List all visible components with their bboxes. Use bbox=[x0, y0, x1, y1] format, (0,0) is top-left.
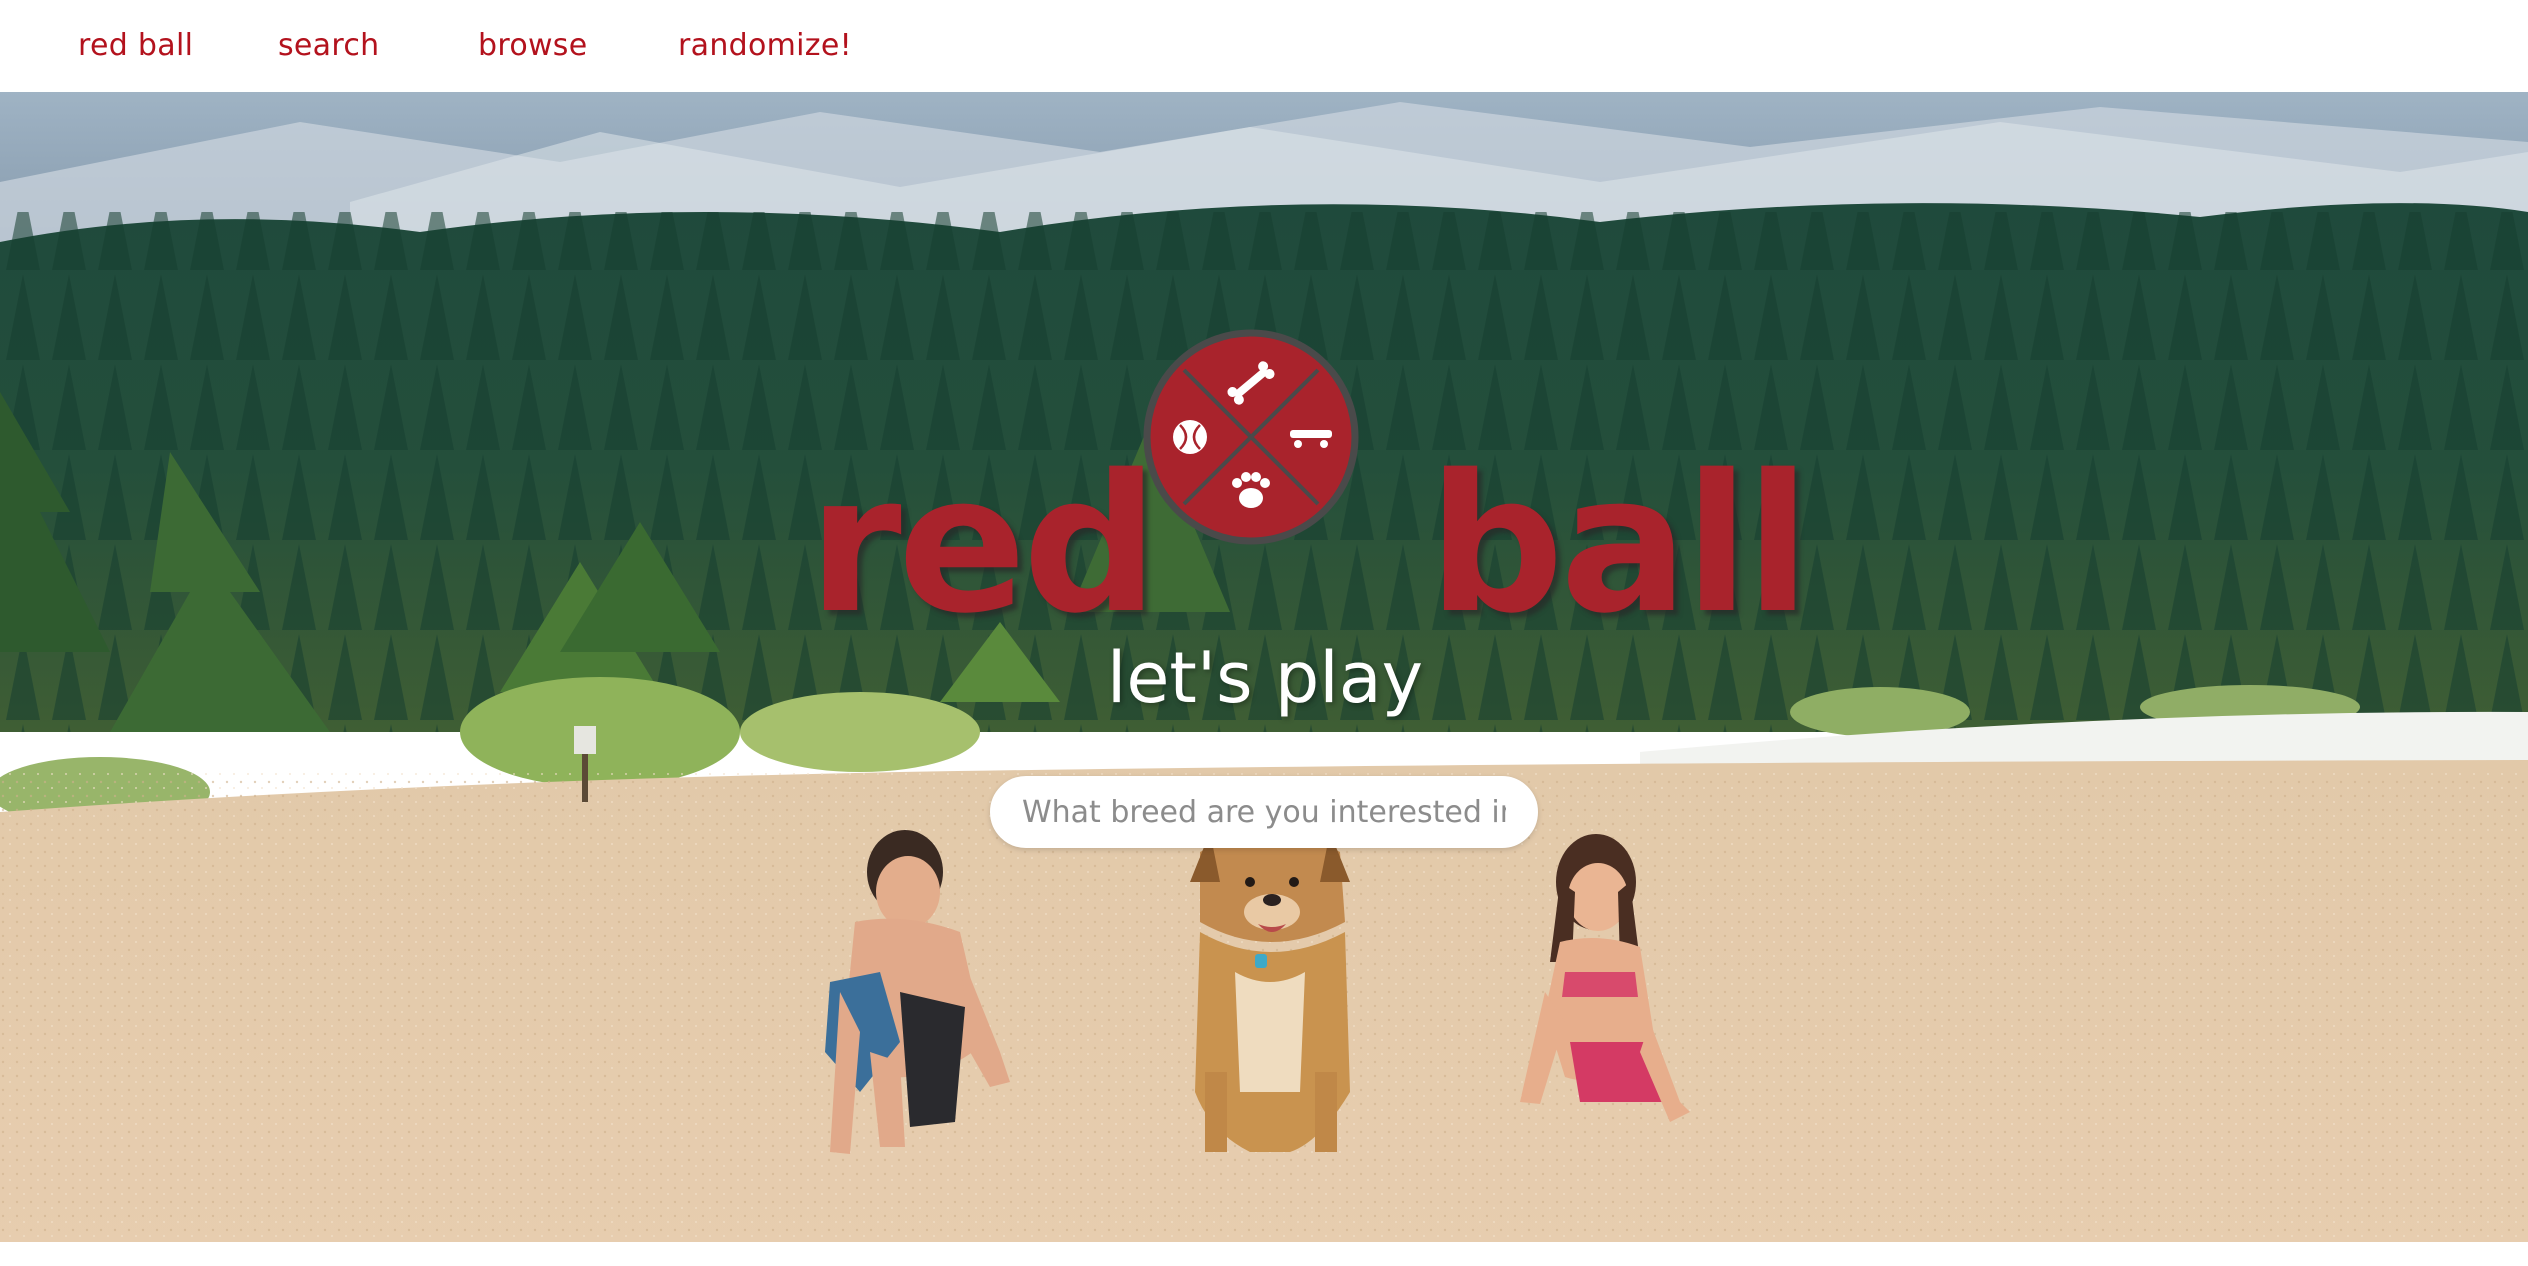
nav-search-link[interactable]: search bbox=[278, 22, 379, 70]
ball-icon bbox=[1173, 420, 1207, 454]
dog-figure bbox=[1190, 832, 1350, 1152]
hero-banner: red ball let's play What breed are you i… bbox=[0, 92, 2528, 1260]
breed-search-input[interactable] bbox=[994, 780, 1534, 844]
nav-randomize-link[interactable]: randomize! bbox=[678, 22, 852, 70]
hero-title-ball: ball bbox=[1428, 434, 1810, 655]
hero-tagline: let's play bbox=[1106, 637, 1424, 719]
hero-title-red: red bbox=[808, 434, 1159, 655]
red-ball-logo bbox=[1142, 328, 1360, 546]
nav-home-link[interactable]: red ball bbox=[78, 22, 193, 70]
top-nav: red ball search browse randomize! bbox=[0, 0, 2528, 92]
breed-search-box bbox=[990, 776, 1538, 848]
page-bottom-edge bbox=[0, 1260, 2528, 1266]
nav-browse-link[interactable]: browse bbox=[478, 22, 588, 70]
